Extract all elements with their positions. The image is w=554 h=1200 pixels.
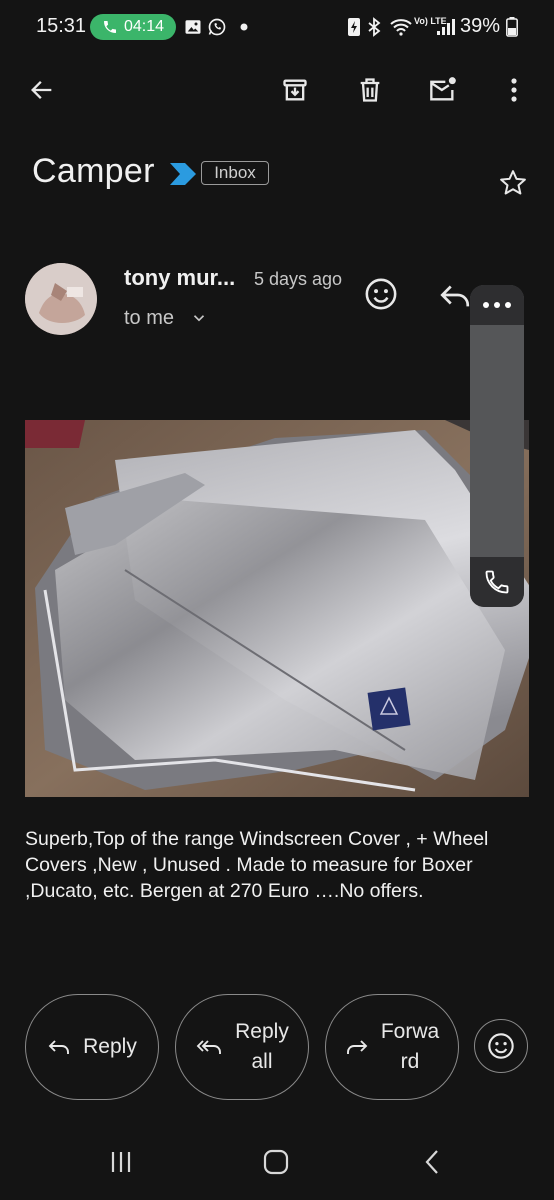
forward-icon — [346, 1040, 368, 1054]
whatsapp-icon — [207, 14, 227, 40]
gallery-icon — [184, 14, 202, 40]
reply-icon-button[interactable] — [438, 280, 472, 315]
more-horiz-icon — [483, 302, 511, 308]
star-icon — [500, 170, 526, 195]
sender-name[interactable]: tony mur... — [124, 265, 235, 291]
call-indicator[interactable]: 04:14 — [90, 14, 176, 40]
reply-icon — [48, 1040, 70, 1054]
home-button[interactable] — [256, 1145, 296, 1179]
signal-icon — [436, 14, 456, 40]
add-reaction-button[interactable] — [364, 277, 398, 316]
sender-avatar[interactable] — [25, 263, 97, 335]
inbox-label-badge[interactable]: Inbox — [201, 161, 269, 185]
battery-percentage: 39% — [460, 15, 501, 37]
archive-button[interactable] — [273, 68, 317, 112]
mark-unread-button[interactable] — [421, 68, 465, 112]
recent-apps-button[interactable] — [101, 1145, 141, 1179]
status-time: 15:31 — [36, 15, 87, 37]
email-date: 5 days ago — [254, 269, 343, 289]
nav-back-button[interactable] — [412, 1145, 452, 1179]
wifi-icon — [389, 14, 413, 40]
archive-icon — [283, 79, 307, 101]
arrow-left-icon — [31, 81, 52, 99]
battery-icon — [506, 14, 518, 40]
recipient-label[interactable]: to me — [124, 307, 174, 330]
forward-label-line1: Forwa — [380, 1020, 440, 1043]
trash-icon — [360, 78, 380, 102]
phone-icon — [485, 570, 509, 594]
more-vert-icon — [511, 78, 517, 102]
email-body: Superb,Top of the range Windscreen Cover… — [25, 828, 489, 902]
floating-call-button[interactable] — [470, 557, 524, 607]
mark-unread-icon — [430, 77, 456, 101]
emoji-icon — [488, 1033, 514, 1059]
notification-dot-icon — [240, 14, 248, 40]
reply-all-icon — [196, 1040, 222, 1054]
phone-icon — [103, 21, 116, 33]
recent-apps-icon — [111, 1152, 131, 1172]
reply-all-button[interactable]: Reply all — [175, 994, 309, 1100]
emoji-icon — [365, 278, 397, 310]
reply-icon — [440, 285, 470, 307]
forward-button[interactable]: Forwa rd — [325, 994, 459, 1100]
reply-all-label-line1: Reply — [235, 1020, 289, 1043]
more-options-button[interactable] — [492, 68, 536, 112]
delete-button[interactable] — [348, 68, 392, 112]
emoji-reaction-button[interactable] — [474, 1019, 528, 1073]
reply-label: Reply — [83, 1035, 137, 1058]
back-button[interactable] — [20, 68, 64, 112]
email-subject: Camper — [32, 152, 155, 190]
reply-button[interactable]: Reply — [25, 994, 159, 1100]
bluetooth-icon — [367, 14, 381, 40]
chevron-down-icon[interactable] — [190, 309, 208, 332]
importance-marker-icon[interactable] — [170, 163, 196, 190]
attached-photo[interactable] — [25, 420, 529, 797]
battery-saver-icon — [347, 14, 361, 40]
home-icon — [263, 1149, 289, 1175]
reply-all-label-line2: all — [251, 1050, 273, 1073]
floating-panel-menu[interactable] — [470, 285, 524, 325]
forward-label-line2: rd — [400, 1050, 420, 1073]
call-duration: 04:14 — [123, 18, 165, 35]
chevron-left-icon — [425, 1150, 438, 1174]
star-button[interactable] — [498, 168, 528, 203]
